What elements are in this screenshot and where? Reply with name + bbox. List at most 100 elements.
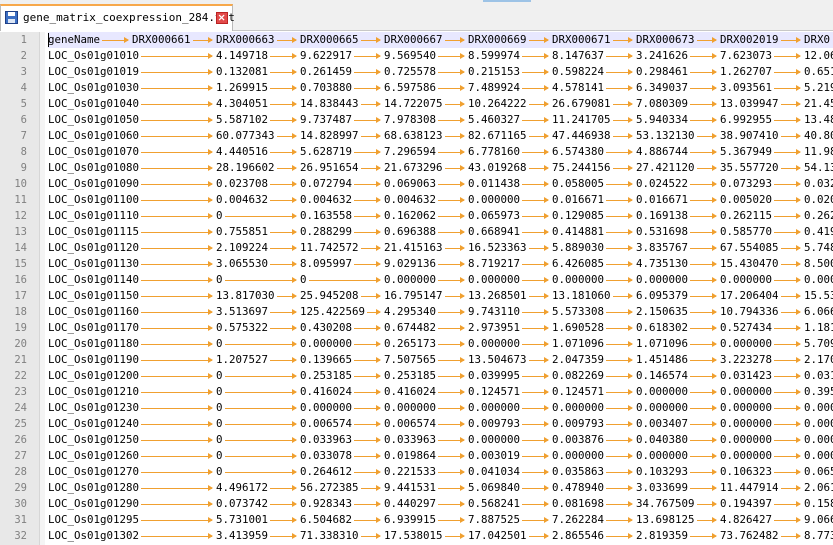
line-number: 30 [14,498,27,510]
table-row: LOC_Os01g01270 0 0.264612 0.221533 0.041034 0… [48,464,833,480]
value-cell: 0.221533 [384,465,437,478]
value-cell: 7.080309 [636,97,689,110]
value-cell: 6.504682 [300,513,353,526]
tab-arrow-icon [774,85,801,91]
tab-arrow-icon [141,485,213,491]
value-cell: 71.338310 [300,529,359,542]
line-number: 27 [14,450,27,462]
value-cell: 6.349037 [636,81,689,94]
gene-id-cell: LOC_Os01g01160 [48,305,140,318]
gene-id-cell: LOC_Os01g01302 [48,529,140,542]
value-cell: 0.000000 [468,401,521,414]
header-row: geneName DRX000661 DRX000663 DRX000665 DRX00… [48,32,833,48]
table-row: LOC_Os01g01050 5.587102 9.737487 7.978308 5.… [48,112,833,128]
value-cell: 14.828997 [300,129,359,142]
tab-arrow-icon [354,149,381,155]
value-cell: 0.755851 [216,225,269,238]
tab-arrow-icon [522,437,549,443]
tab-arrow-icon [141,117,213,123]
value-cell: 0.006574 [384,417,437,430]
value-cell: 0.000000 [552,401,605,414]
tab-title: gene_matrix_coexpression_284.txt [23,11,235,24]
tab-arrow-icon [522,53,549,59]
value-cell: 5.748073 [804,241,833,254]
line-number-gutter: 1 2 3 4 5 6 7 8 9 10 11 12 13 14 15 16 17 18 19 20 21 22 23 24 2… [0,32,40,545]
file-tab[interactable]: gene_matrix_coexpression_284.txt [0,4,235,31]
line-number: 4 [20,82,27,94]
tab-arrow-icon [696,37,717,43]
value-cell: 13.268501 [468,289,527,302]
tab-arrow-icon [690,309,717,315]
tab-arrow-icon [690,53,717,59]
gene-id-cell: LOC_Os01g01250 [48,433,140,446]
tab-arrow-icon [690,357,717,363]
tab-arrow-icon [438,453,465,459]
value-cell: 0.430208 [300,321,353,334]
value-cell: 13.181060 [552,289,611,302]
tab-arrow-icon [354,357,381,363]
gene-id-cell: LOC_Os01g01280 [48,481,140,494]
value-cell: 38.907410 [720,129,779,142]
value-cell: 0 [216,465,223,478]
tab-arrow-icon [522,117,549,123]
value-cell: 5.889030 [552,241,605,254]
value-cell: 1.690528 [552,321,605,334]
tab-arrow-icon [606,197,633,203]
tab-arrow-icon [690,485,717,491]
tab-arrow-icon [606,85,633,91]
document-content[interactable]: geneName DRX000661 DRX000663 DRX000665 DRX00… [48,32,833,545]
gene-id-cell: LOC_Os01g01140 [48,273,140,286]
value-cell: 4.295340 [384,305,437,318]
value-cell: 6.426085 [552,257,605,270]
value-cell: 0.073293 [720,177,773,190]
tab-bar: gene_matrix_coexpression_284.txt [0,0,833,31]
tab-arrow-icon [354,341,381,347]
tab-arrow-icon [690,69,717,75]
value-cell: 2.150635 [636,305,689,318]
tab-arrow-icon [690,149,717,155]
tab-arrow-icon [612,37,633,43]
value-cell: 1.451486 [636,353,689,366]
value-cell: 7.978308 [384,113,437,126]
tab-arrow-icon [270,501,297,507]
tab-arrow-icon [522,389,549,395]
tab-arrow-icon [438,389,465,395]
line-number: 12 [14,210,27,222]
value-cell: 9.029136 [384,257,437,270]
value-cell: 8.500854 [804,257,833,270]
value-cell: 3.093561 [720,81,773,94]
value-cell: 0.000000 [468,193,521,206]
tab-arrow-icon [224,373,297,379]
tab-arrow-icon [528,133,549,139]
value-cell: 5.573308 [552,305,605,318]
value-cell: 0.253185 [300,369,353,382]
value-cell: 28.196602 [216,161,275,174]
tab-arrow-icon [606,453,633,459]
tab-arrow-icon [360,485,381,491]
tab-arrow-icon [780,101,801,107]
tab-arrow-icon [354,517,381,523]
tab-arrow-icon [774,421,801,427]
value-cell: 1.181101 [804,321,833,334]
tab-arrow-icon [522,405,549,411]
value-cell: 0.065973 [468,209,521,222]
line-number: 10 [14,178,27,190]
line-number: 29 [14,482,27,494]
tab-arrow-icon [270,229,297,235]
table-row: LOC_Os01g01290 0.073742 0.928343 0.440297 0.… [48,496,833,512]
value-cell: 0.568241 [468,497,521,510]
value-cell: 0.261459 [300,65,353,78]
value-cell: 21.415163 [384,241,443,254]
column-header: DRX000673 [636,33,695,46]
close-icon[interactable] [216,12,228,24]
tab-arrow-icon [690,261,717,267]
value-cell: 16.795147 [384,289,443,302]
line-number: 1 [20,34,27,46]
value-cell: 0.146574 [636,369,689,382]
tab-arrow-icon [438,69,465,75]
text-editor[interactable]: 1 2 3 4 5 6 7 8 9 10 11 12 13 14 15 16 17 18 19 20 21 22 23 24 2… [0,32,833,545]
line-number: 6 [20,114,27,126]
value-cell: 3.033699 [636,481,689,494]
gene-id-cell: LOC_Os01g01230 [48,401,140,414]
value-cell: 12.065413 [804,49,833,62]
